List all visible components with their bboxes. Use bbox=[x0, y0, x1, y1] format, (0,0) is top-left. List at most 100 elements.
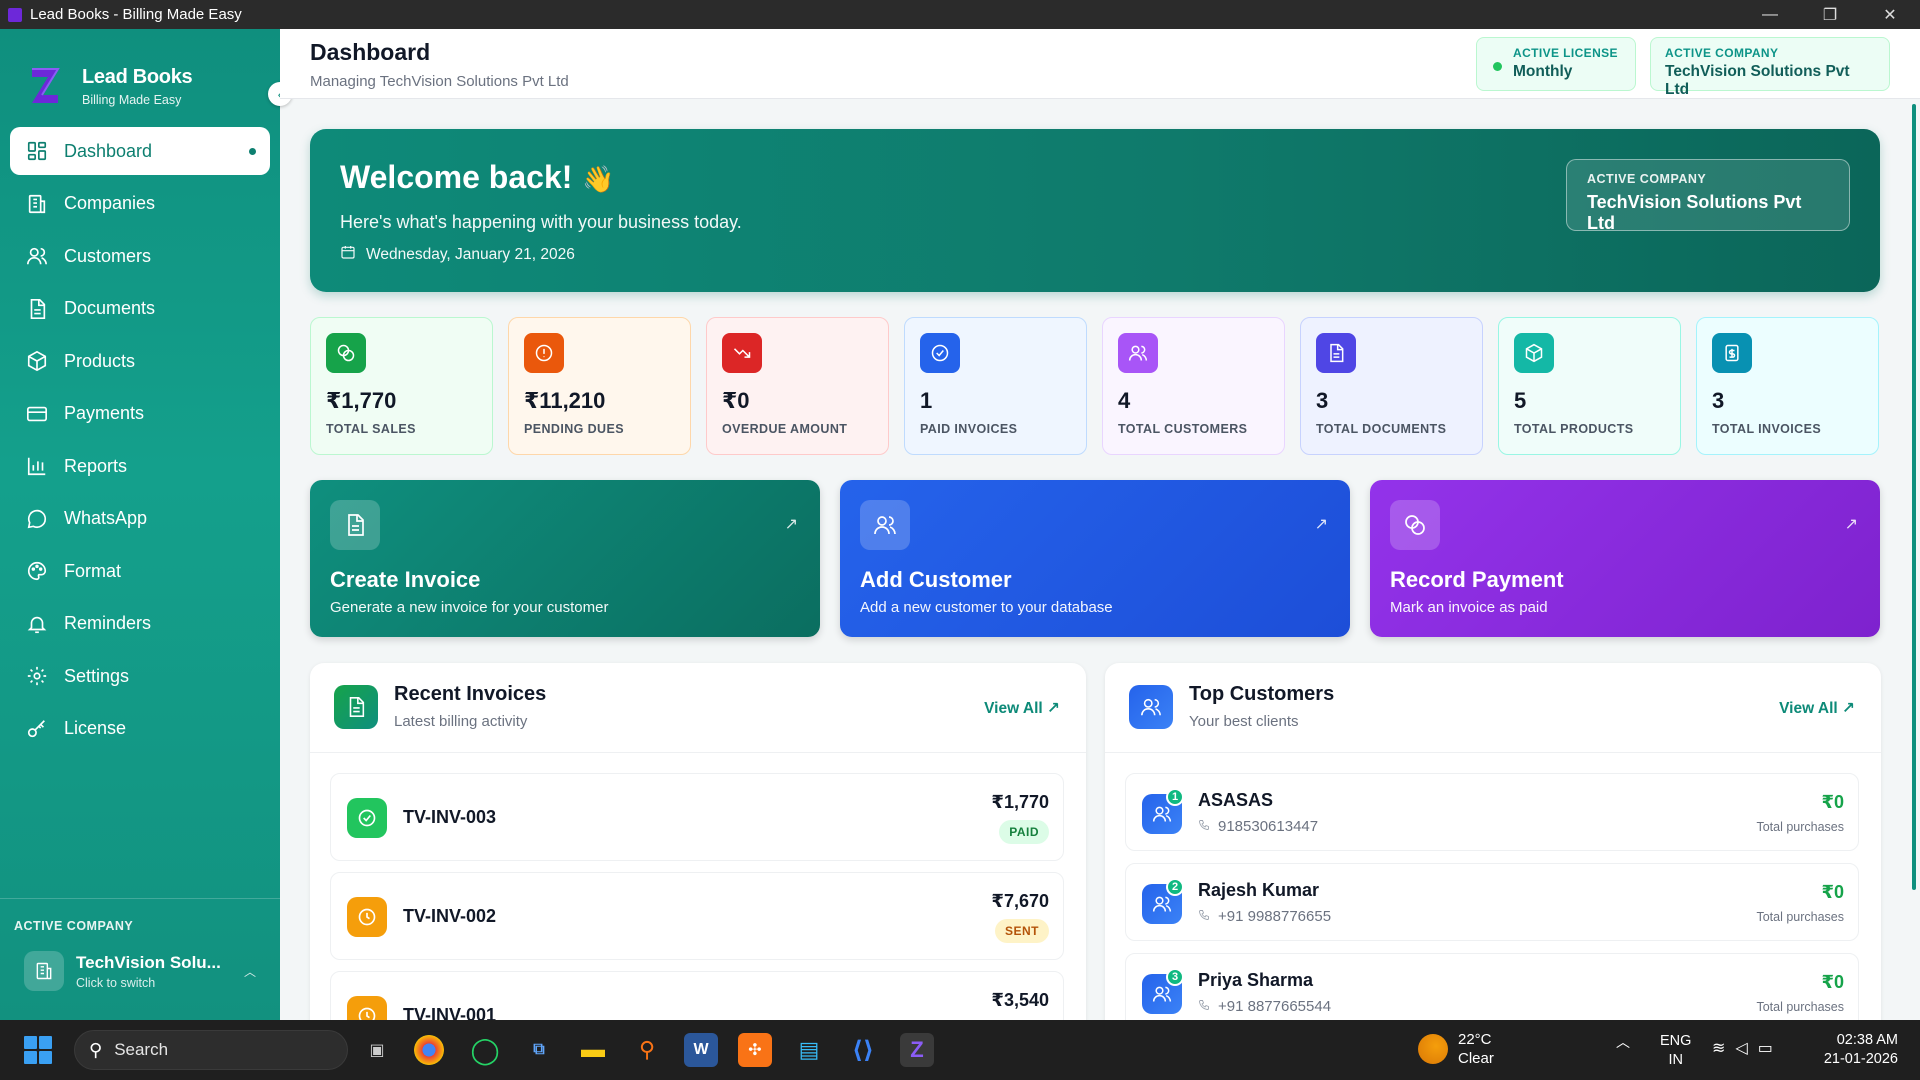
clock-icon bbox=[347, 996, 387, 1020]
invoice-row[interactable]: TV-INV-002 ₹7,670 SENT bbox=[330, 872, 1064, 960]
stat-label: TOTAL INVOICES bbox=[1712, 422, 1822, 436]
customer-total-label: Total purchases bbox=[1756, 820, 1844, 834]
company-label: ACTIVE COMPANY bbox=[1665, 46, 1779, 60]
sidebar-item-format[interactable]: Format bbox=[10, 547, 270, 595]
clock-date: 21-01-2026 bbox=[1823, 1051, 1898, 1067]
sidebar-item-license[interactable]: License bbox=[10, 705, 270, 753]
view-all-invoices-link[interactable]: View All ↗ bbox=[984, 699, 1060, 718]
sidebar-item-label: Payments bbox=[64, 403, 145, 423]
stat-value: 3 bbox=[1712, 388, 1725, 413]
active-company-label: ACTIVE COMPANY bbox=[14, 919, 134, 933]
file-icon bbox=[1316, 333, 1356, 373]
minimize-button[interactable]: — bbox=[1740, 0, 1800, 29]
box-icon bbox=[26, 350, 48, 372]
company-switcher-name: TechVision Solu... bbox=[76, 952, 221, 972]
stat-card-total-invoices[interactable]: 3 TOTAL INVOICES bbox=[1696, 317, 1879, 455]
lead-books-taskbar-icon[interactable]: Z bbox=[900, 1033, 934, 1067]
whatsapp-icon[interactable]: ◯ bbox=[468, 1033, 502, 1067]
main-scrollbar[interactable] bbox=[1912, 104, 1916, 890]
main-content: Welcome back! 👋 Here's what's happening w… bbox=[280, 100, 1905, 1020]
invoice-row[interactable]: TV-INV-001 ₹3,540 bbox=[330, 971, 1064, 1020]
add-customer-card[interactable]: ↗ Add Customer Add a new customer to you… bbox=[840, 480, 1350, 637]
stat-card-total-sales[interactable]: ₹1,770 TOTAL SALES bbox=[310, 317, 493, 455]
notepad-icon[interactable]: ▤ bbox=[792, 1033, 826, 1067]
brand[interactable]: Lead Books Billing Made Easy bbox=[0, 29, 280, 125]
view-all-customers-link[interactable]: View All ↗ bbox=[1779, 699, 1855, 718]
users-icon bbox=[860, 500, 910, 550]
taskbar-search[interactable]: ⚲ Search bbox=[74, 1030, 348, 1070]
sidebar-item-reminders[interactable]: Reminders bbox=[10, 600, 270, 648]
clock-icon bbox=[347, 897, 387, 937]
restore-button[interactable]: ❐ bbox=[1800, 0, 1860, 29]
sidebar-item-reports[interactable]: Reports bbox=[10, 442, 270, 490]
panel-title: Top Customers bbox=[1189, 683, 1335, 705]
file-icon bbox=[334, 685, 378, 729]
word-icon[interactable]: W bbox=[684, 1033, 718, 1067]
file-icon bbox=[330, 500, 380, 550]
battery-icon: ▭ bbox=[1757, 1040, 1783, 1057]
users-icon bbox=[1129, 685, 1173, 729]
network-app-icon[interactable]: ⧉ bbox=[522, 1033, 556, 1067]
sidebar-item-customers[interactable]: Customers bbox=[10, 232, 270, 280]
stat-value: 1 bbox=[920, 388, 933, 413]
stat-card-total-documents[interactable]: 3 TOTAL DOCUMENTS bbox=[1300, 317, 1483, 455]
customer-phone: +91 9988776655 bbox=[1218, 908, 1332, 925]
customer-row[interactable]: 1 ASASAS 918530613447 ₹0 Total purchases bbox=[1125, 773, 1859, 851]
weather-condition: Clear bbox=[1458, 1050, 1494, 1067]
company-value: TechVision Solutions Pvt Ltd bbox=[1665, 63, 1850, 98]
card-icon bbox=[26, 403, 48, 425]
close-button[interactable]: ✕ bbox=[1860, 0, 1920, 29]
stat-card-paid-invoices[interactable]: 1 PAID INVOICES bbox=[904, 317, 1087, 455]
stat-card-total-products[interactable]: 5 TOTAL PRODUCTS bbox=[1498, 317, 1681, 455]
sidebar-item-label: Documents bbox=[64, 298, 156, 318]
weather-widget[interactable]: 22°C Clear bbox=[1418, 1030, 1494, 1068]
top-customers-panel: Top Customers Your best clients View All… bbox=[1105, 663, 1881, 1020]
vscode-icon[interactable]: ⟨⟩ bbox=[846, 1033, 880, 1067]
taskbar-clock[interactable]: 02:38 AM 21-01-2026 bbox=[1808, 1031, 1898, 1069]
brand-tagline: Billing Made Easy bbox=[82, 92, 182, 107]
company-switcher-hint: Click to switch bbox=[76, 975, 156, 990]
phone-icon bbox=[1198, 998, 1218, 1015]
chrome-icon[interactable] bbox=[414, 1035, 444, 1065]
start-button[interactable] bbox=[24, 1036, 52, 1064]
sidebar-item-dashboard[interactable]: Dashboard bbox=[10, 127, 270, 175]
action-subtitle: Add a new customer to your database bbox=[860, 599, 1113, 616]
sidebar-item-documents[interactable]: Documents bbox=[10, 285, 270, 333]
task-view-icon[interactable]: ▣ bbox=[360, 1033, 394, 1067]
sidebar-item-companies[interactable]: Companies bbox=[10, 180, 270, 228]
customer-row[interactable]: 2 Rajesh Kumar +91 9988776655 ₹0 Total p… bbox=[1125, 863, 1859, 941]
xampp-icon[interactable]: ✣ bbox=[738, 1033, 772, 1067]
welcome-company-value: TechVision Solutions Pvt Ltd bbox=[1587, 192, 1802, 233]
page-subtitle: Managing TechVision Solutions Pvt Ltd bbox=[310, 73, 569, 90]
language-indicator[interactable]: ENG IN bbox=[1660, 1032, 1691, 1070]
panel-title: Recent Invoices bbox=[394, 683, 547, 705]
sidebar-item-label: Companies bbox=[64, 193, 156, 213]
system-tray-icons[interactable]: ≋◁▭ bbox=[1712, 1038, 1783, 1058]
arrow-up-right-icon: ↗ bbox=[784, 516, 798, 533]
sidebar-item-payments[interactable]: Payments bbox=[10, 390, 270, 438]
window-title: Lead Books - Billing Made Easy bbox=[30, 6, 242, 23]
search-app-icon[interactable]: ⚲ bbox=[630, 1033, 664, 1067]
sidebar-item-products[interactable]: Products bbox=[10, 337, 270, 385]
file-explorer-icon[interactable]: ▬ bbox=[576, 1033, 610, 1067]
status-badge: PAID bbox=[999, 820, 1049, 844]
chevron-up-icon[interactable]: ︿ bbox=[1616, 1032, 1630, 1052]
company-switcher[interactable]: TechVision Solu... Click to switch ︿ bbox=[14, 951, 266, 991]
page-title: Dashboard bbox=[310, 39, 431, 65]
invoice-amount: ₹3,540 bbox=[991, 990, 1049, 1010]
create-invoice-card[interactable]: ↗ Create Invoice Generate a new invoice … bbox=[310, 480, 820, 637]
customer-phone: +91 8877665544 bbox=[1218, 998, 1332, 1015]
panel-subtitle: Your best clients bbox=[1189, 713, 1299, 730]
welcome-company-box: ACTIVE COMPANY TechVision Solutions Pvt … bbox=[1566, 159, 1850, 233]
stat-card-total-customers[interactable]: 4 TOTAL CUSTOMERS bbox=[1102, 317, 1285, 455]
sidebar-item-settings[interactable]: Settings bbox=[10, 652, 270, 700]
sidebar-item-whatsapp[interactable]: WhatsApp bbox=[10, 495, 270, 543]
customer-row[interactable]: 3 Priya Sharma +91 8877665544 ₹0 Total p… bbox=[1125, 953, 1859, 1020]
record-payment-card[interactable]: ↗ Record Payment Mark an invoice as paid bbox=[1370, 480, 1880, 637]
invoice-row[interactable]: TV-INV-003 ₹1,770 PAID bbox=[330, 773, 1064, 861]
customer-total-label: Total purchases bbox=[1756, 1000, 1844, 1014]
stat-card-overdue-amount[interactable]: ₹0 OVERDUE AMOUNT bbox=[706, 317, 889, 455]
sidebar-item-label: Format bbox=[64, 560, 122, 581]
bell-icon bbox=[26, 613, 48, 635]
stat-card-pending-dues[interactable]: ₹11,210 PENDING DUES bbox=[508, 317, 691, 455]
